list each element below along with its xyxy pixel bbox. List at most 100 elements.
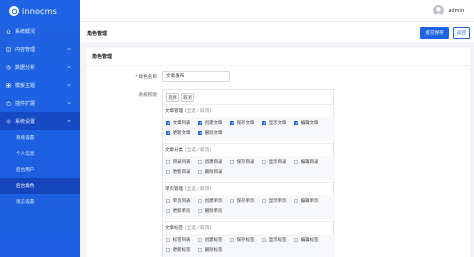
permission-checkbox[interactable]: 编辑文章 [294,120,318,126]
permission-checkbox[interactable]: 保存标签 [230,237,254,243]
permission-label: 创建目录 [204,160,223,165]
permission-checkbox[interactable]: 显示文章 [262,120,286,126]
permission-group-title: 单页管理 [165,187,183,192]
permission-label: 显示文章 [268,121,287,126]
sidebar-item-overview[interactable]: 系统概况 [0,22,80,40]
permission-checkbox[interactable]: 显示目录 [262,159,286,165]
username[interactable]: admin [448,8,464,14]
role-form-card: 角色管理 *角色名称 文章发布 系统权限 选择 取消 文章管理 [全选 / 取消]… [86,48,470,257]
checkbox-unchecked-icon [166,208,171,214]
sidebar-item-themes[interactable]: 模板主题 [0,76,80,94]
permission-label: 编辑单页 [300,199,319,204]
permission-checkbox[interactable]: 更新目录 [166,169,190,175]
permission-checkbox[interactable]: 显示单页 [262,198,286,204]
gear-icon [6,118,11,124]
permission-checkbox[interactable]: 目录列表 [166,159,190,165]
sidebar-item-label: 插件扩展 [15,100,36,107]
sidebar-item-label: 系统概况 [15,28,36,35]
topbar: admin [80,0,474,22]
permission-label: 更新文章 [172,131,191,136]
sidebar-subitem-label: 语言设置 [16,200,35,205]
permission-checkbox[interactable]: 创建文章 [198,120,222,126]
chevron-down-icon [67,84,71,86]
user-icon [434,7,443,16]
permission-checkbox[interactable]: 编辑单页 [294,198,318,204]
save-button[interactable]: 提交保存 [420,27,449,39]
permission-checkbox[interactable]: 编辑标签 [294,237,318,243]
group-select-links[interactable]: [全选 / 取消] [185,226,211,231]
permission-label: 文章列表 [172,121,191,126]
brand-logo[interactable]: innocms [0,0,80,22]
permission-checkbox[interactable]: 显示标签 [262,237,286,243]
group-select-links[interactable]: [全选 / 取消] [185,187,211,192]
sidebar-item-plugins[interactable]: 插件扩展 [0,94,80,112]
checkbox-unchecked-icon [230,237,235,243]
permission-checkbox[interactable]: 文章列表 [166,120,190,126]
permission-checkbox[interactable]: 删除单页 [198,208,222,214]
content-icon [6,47,11,52]
permission-label: 显示标签 [268,238,287,243]
permission-checkbox[interactable]: 编辑目录 [294,159,318,165]
chart-icon [6,64,11,70]
permissions-label: 系统权限 [138,93,157,98]
permission-label: 保存标签 [236,238,255,243]
permission-group-title: 文章分类 [165,148,183,153]
cancel-all-button[interactable]: 取消 [181,93,194,102]
chevron-up-icon [67,120,71,122]
brand-name: innocms [22,6,58,16]
checkbox-unchecked-icon [198,159,203,165]
group-select-links[interactable]: [全选 / 取消] [185,148,211,153]
sidebar-subitem-admin-roles[interactable]: 后台角色 [0,178,80,194]
checkbox-checked-icon [230,120,235,126]
checkbox-unchecked-icon [294,198,299,204]
sidebar-item-settings[interactable]: 系统设置 [0,112,80,130]
sidebar-subitem-label: 系统设置 [16,136,35,141]
permission-checkbox[interactable]: 创建单页 [198,198,222,204]
checkbox-unchecked-icon [198,198,203,204]
permission-label: 删除单页 [204,209,223,214]
permission-checkbox[interactable]: 保存单页 [230,198,254,204]
avatar[interactable] [433,5,444,16]
sidebar-subitem-profile[interactable]: 个人信息 [0,146,80,162]
permission-checkbox[interactable]: 更新单页 [166,208,190,214]
permission-checkbox[interactable]: 删除目录 [198,169,222,175]
permission-label: 保存单页 [236,199,255,204]
permission-label: 更新目录 [172,170,191,175]
permission-checkbox[interactable]: 创建目录 [198,159,222,165]
checkbox-checked-icon [166,120,171,126]
permission-checkbox[interactable]: 删除标签 [198,247,222,253]
permission-group-body: 文章列表 创建文章 保存文章 显示文章 编辑文章更新文章 删除文章 [163,117,335,141]
permission-label: 显示目录 [268,160,287,165]
permission-checkbox[interactable]: 保存文章 [230,120,254,126]
permission-group-header: 文章分类 [全选 / 取消] [165,147,211,155]
sidebar-item-analytics[interactable]: 数据分析 [0,58,80,76]
back-button[interactable]: 返回 [453,27,470,39]
sidebar-subitem-language[interactable]: 语言设置 [0,194,80,210]
sidebar-subitem-admin-users[interactable]: 后台用户 [0,162,80,178]
permission-checkbox[interactable]: 删除文章 [198,130,222,136]
checkbox-unchecked-icon [262,159,267,165]
sidebar-subitem-system-settings[interactable]: 系统设置 [0,130,80,146]
role-name-label: *角色名称 [117,74,157,80]
checkbox-checked-icon [262,120,267,126]
permission-group-header: 单页管理 [全选 / 取消] [165,186,211,194]
checkbox-checked-icon [198,130,203,136]
permission-label: 创建文章 [204,121,223,126]
permission-checkbox[interactable]: 单页列表 [166,198,190,204]
permission-label: 创建标签 [204,238,223,243]
sidebar-subitem-label: 个人信息 [16,152,35,157]
permission-group-title: 文章标签 [165,226,183,231]
role-name-input[interactable]: 文章发布 [162,71,230,82]
permission-checkbox[interactable]: 标签列表 [166,237,190,243]
sidebar-item-content[interactable]: 内容管理 [0,40,80,58]
checkbox-unchecked-icon [198,169,203,175]
permission-checkbox[interactable]: 保存目录 [230,159,254,165]
permission-label: 保存目录 [236,160,255,165]
select-all-button[interactable]: 选择 [166,93,179,102]
permission-checkbox[interactable]: 创建标签 [198,237,222,243]
page-header: 角色管理 提交保存 返回 [80,22,474,44]
permission-checkbox[interactable]: 更新标签 [166,247,190,253]
required-mark: * [135,75,138,80]
permission-checkbox[interactable]: 更新文章 [166,130,190,136]
group-select-links[interactable]: [全选 / 取消] [185,109,211,114]
